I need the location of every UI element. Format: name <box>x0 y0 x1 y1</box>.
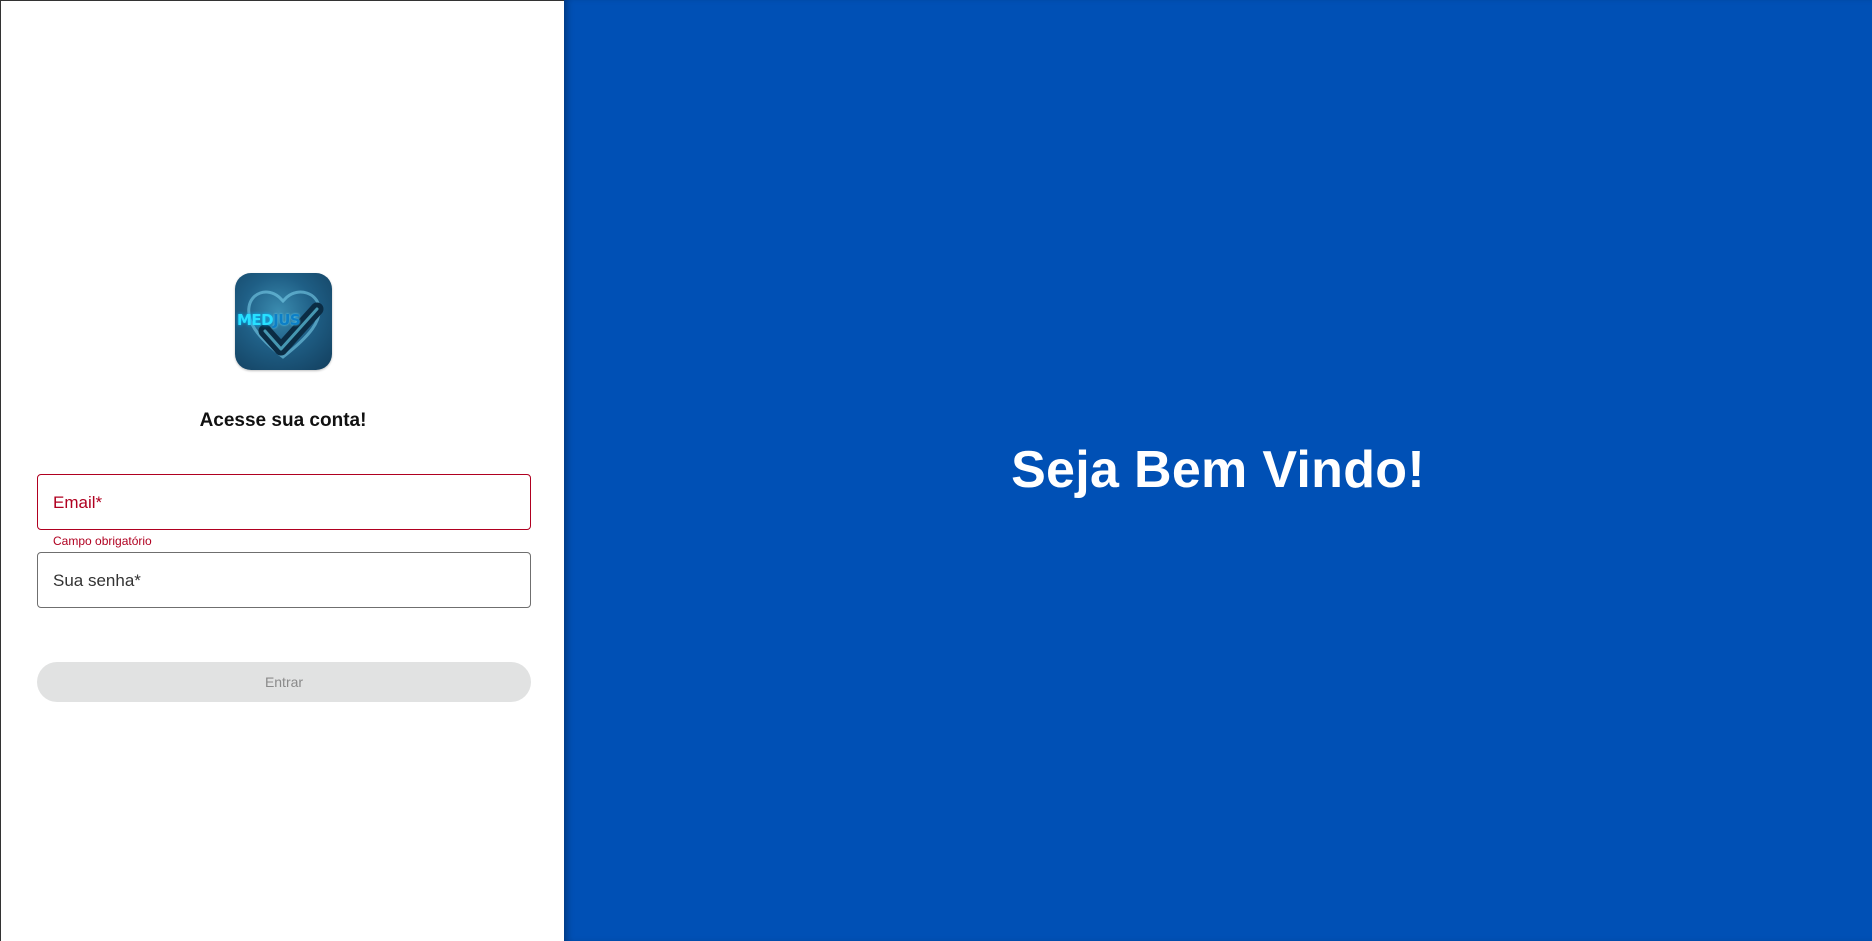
email-error-message: Campo obrigatório <box>53 534 152 548</box>
medjus-logo: MEDJUS <box>235 273 332 370</box>
login-button[interactable]: Entrar <box>37 662 531 702</box>
password-field[interactable]: Sua senha* <box>37 552 531 608</box>
login-panel: MEDJUS Acesse sua conta! Email* Campo ob… <box>0 0 564 941</box>
welcome-title: Seja Bem Vindo! <box>1011 441 1425 499</box>
login-page: MEDJUS Acesse sua conta! Email* Campo ob… <box>0 0 1872 941</box>
login-heading: Acesse sua conta! <box>199 410 367 431</box>
logo-text: MEDJUS <box>237 311 301 329</box>
password-label: Sua senha* <box>53 571 141 590</box>
welcome-panel: Seja Bem Vindo! <box>564 0 1872 941</box>
logo-text-jus: JUS <box>273 311 301 329</box>
email-field[interactable]: Email* <box>37 474 531 530</box>
email-label: Email* <box>53 493 103 512</box>
logo-text-med: MED <box>237 311 274 329</box>
